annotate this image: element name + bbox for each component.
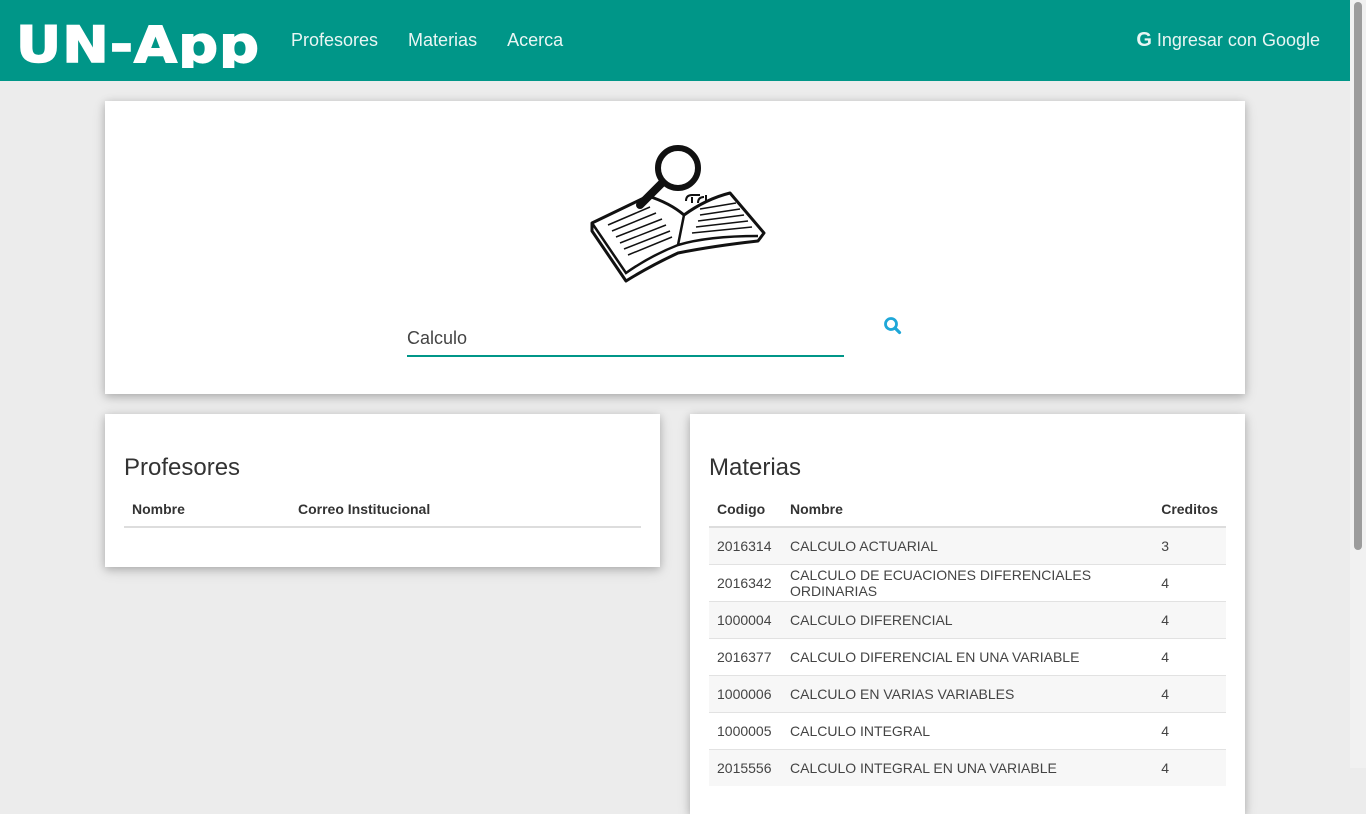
column-header-correo: Correo Institucional	[290, 491, 641, 528]
cell-codigo: 2016342	[709, 564, 782, 602]
profesores-card: Profesores Nombre Correo Institucional	[105, 414, 660, 567]
app-logo[interactable]: UN-App	[14, 14, 262, 68]
nav-link-materias[interactable]: Materias	[408, 30, 477, 51]
table-row[interactable]: 2016342 CALCULO DE ECUACIONES DIFERENCIA…	[709, 564, 1226, 602]
cell-codigo: 2016377	[709, 638, 782, 676]
cell-nombre: CALCULO ACTUARIAL	[782, 526, 1154, 565]
profesores-table: Nombre Correo Institucional	[124, 491, 641, 528]
book-magnifier-illustration	[588, 141, 768, 286]
column-header-creditos: Creditos	[1153, 491, 1226, 528]
search-input[interactable]	[407, 321, 844, 357]
cell-nombre: CALCULO DIFERENCIAL EN UNA VARIABLE	[782, 638, 1154, 676]
cell-creditos: 4	[1153, 601, 1226, 639]
cell-codigo: 1000006	[709, 675, 782, 713]
materias-title: Materias	[709, 454, 802, 481]
navbar: UN-App Profesores Materias Acerca G Ingr…	[0, 0, 1350, 81]
cell-nombre: CALCULO DE ECUACIONES DIFERENCIALES ORDI…	[782, 564, 1154, 602]
materias-card: Materias Codigo Nombre Creditos 2016314 …	[690, 414, 1245, 814]
column-header-nombre: Nombre	[782, 491, 1154, 528]
profesores-title: Profesores	[124, 454, 241, 481]
search-icon	[884, 317, 902, 335]
table-row[interactable]: 2016377 CALCULO DIFERENCIAL EN UNA VARIA…	[709, 638, 1226, 676]
cell-creditos: 3	[1153, 526, 1226, 565]
column-header-codigo: Codigo	[709, 491, 782, 528]
table-row[interactable]: 1000005 CALCULO INTEGRAL 4	[709, 712, 1226, 750]
cell-codigo: 1000005	[709, 712, 782, 750]
cell-creditos: 4	[1153, 675, 1226, 713]
search-button[interactable]	[881, 314, 905, 338]
svg-text:UN-App: UN-App	[16, 16, 260, 68]
scrollbar-thumb[interactable]	[1354, 2, 1362, 550]
cell-creditos: 4	[1153, 564, 1226, 602]
table-row[interactable]: 2016314 CALCULO ACTUARIAL 3	[709, 526, 1226, 565]
nav-links: Profesores Materias Acerca	[291, 0, 593, 81]
page-scrollbar[interactable]	[1350, 0, 1366, 768]
table-row[interactable]: 1000006 CALCULO EN VARIAS VARIABLES 4	[709, 675, 1226, 713]
cell-codigo: 1000004	[709, 601, 782, 639]
nav-link-acerca[interactable]: Acerca	[507, 30, 563, 51]
cell-codigo: 2016314	[709, 526, 782, 565]
cell-creditos: 4	[1153, 712, 1226, 750]
google-login-button[interactable]: G Ingresar con Google	[1136, 0, 1320, 81]
google-icon: G	[1136, 29, 1152, 51]
cell-nombre: CALCULO DIFERENCIAL	[782, 601, 1154, 639]
nav-link-profesores[interactable]: Profesores	[291, 30, 378, 51]
cell-nombre: CALCULO EN VARIAS VARIABLES	[782, 675, 1154, 713]
google-login-label: Ingresar con Google	[1156, 30, 1320, 50]
column-header-nombre: Nombre	[124, 491, 290, 528]
cell-nombre: CALCULO INTEGRAL	[782, 712, 1154, 750]
cell-creditos: 4	[1153, 638, 1226, 676]
search-card	[105, 101, 1245, 394]
table-row[interactable]: 1000004 CALCULO DIFERENCIAL 4	[709, 601, 1226, 639]
materias-table: Codigo Nombre Creditos 2016314 CALCULO A…	[709, 491, 1226, 786]
